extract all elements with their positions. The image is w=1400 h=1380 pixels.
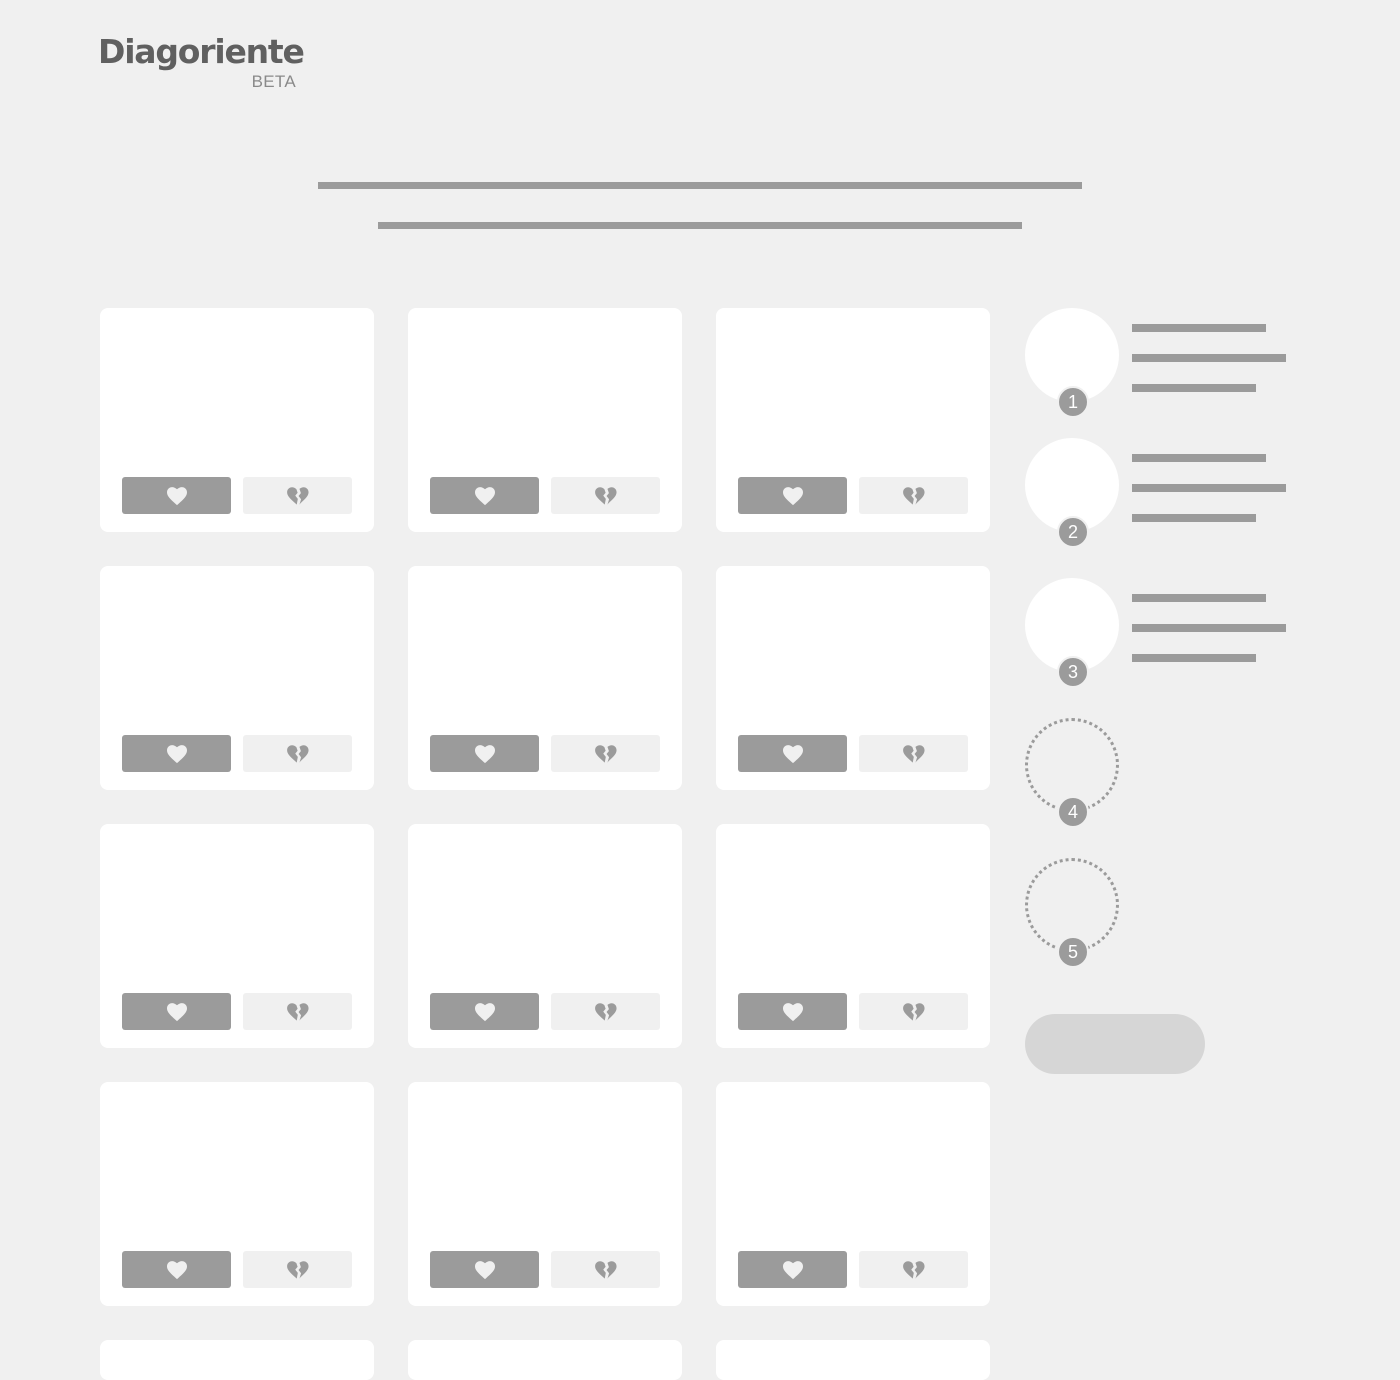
option-card[interactable] [408, 308, 682, 532]
option-card[interactable] [408, 1340, 682, 1380]
option-card[interactable] [716, 1340, 990, 1380]
logo[interactable]: Diagoriente BETA [98, 30, 305, 94]
placeholder-line [1132, 594, 1266, 602]
slot-number-badge: 2 [1057, 516, 1089, 548]
placeholder-line [1132, 654, 1256, 662]
like-button[interactable] [738, 993, 847, 1030]
selection-slot[interactable]: 2 [1025, 438, 1286, 548]
heart-icon [166, 1002, 188, 1022]
dislike-button[interactable] [551, 477, 660, 514]
heart-icon [474, 486, 496, 506]
dislike-button[interactable] [859, 477, 968, 514]
like-button[interactable] [738, 477, 847, 514]
heart-icon [474, 1002, 496, 1022]
dislike-button[interactable] [859, 1251, 968, 1288]
submit-button[interactable] [1025, 1014, 1205, 1074]
option-card[interactable] [100, 1082, 374, 1306]
broken-heart-icon [902, 1260, 926, 1280]
option-card[interactable] [716, 1082, 990, 1306]
dislike-button[interactable] [243, 477, 352, 514]
heart-icon [474, 1260, 496, 1280]
broken-heart-icon [594, 1260, 618, 1280]
heart-icon [166, 486, 188, 506]
option-card[interactable] [408, 566, 682, 790]
placeholder-line [1132, 354, 1286, 362]
broken-heart-icon [286, 1002, 310, 1022]
placeholder-line [1132, 484, 1286, 492]
dislike-button[interactable] [859, 993, 968, 1030]
beta-label: BETA [251, 72, 296, 91]
placeholder-line [1132, 454, 1266, 462]
heart-icon [474, 744, 496, 764]
like-button[interactable] [122, 477, 231, 514]
dislike-button[interactable] [243, 993, 352, 1030]
option-card[interactable] [100, 566, 374, 790]
option-card[interactable] [716, 824, 990, 1048]
heart-icon [166, 744, 188, 764]
option-card[interactable] [100, 824, 374, 1048]
headline-placeholder-line-2 [378, 222, 1022, 229]
placeholder-line [1132, 324, 1266, 332]
heart-icon [166, 1260, 188, 1280]
heart-icon [782, 744, 804, 764]
slot-number-badge: 1 [1057, 386, 1089, 418]
dislike-button[interactable] [243, 735, 352, 772]
option-card[interactable] [100, 1340, 374, 1380]
option-card[interactable] [716, 566, 990, 790]
broken-heart-icon [594, 486, 618, 506]
like-button[interactable] [738, 1251, 847, 1288]
selection-slot[interactable]: 1 [1025, 308, 1286, 418]
broken-heart-icon [902, 1002, 926, 1022]
dislike-button[interactable] [859, 735, 968, 772]
like-button[interactable] [430, 1251, 539, 1288]
option-card[interactable] [408, 1082, 682, 1306]
like-button[interactable] [430, 735, 539, 772]
broken-heart-icon [286, 744, 310, 764]
like-button[interactable] [738, 735, 847, 772]
heart-icon [782, 486, 804, 506]
heart-icon [782, 1260, 804, 1280]
headline-placeholder-line-1 [318, 182, 1082, 189]
card-grid [100, 308, 990, 1380]
dislike-button[interactable] [551, 993, 660, 1030]
placeholder-line [1132, 624, 1286, 632]
dislike-button[interactable] [243, 1251, 352, 1288]
heart-icon [782, 1002, 804, 1022]
option-card[interactable] [408, 824, 682, 1048]
broken-heart-icon [286, 1260, 310, 1280]
broken-heart-icon [902, 486, 926, 506]
dislike-button[interactable] [551, 1251, 660, 1288]
option-card[interactable] [100, 308, 374, 532]
slot-number-badge: 4 [1057, 796, 1089, 828]
like-button[interactable] [122, 735, 231, 772]
slot-number-badge: 5 [1057, 936, 1089, 968]
like-button[interactable] [430, 993, 539, 1030]
selection-slot[interactable]: 3 [1025, 578, 1286, 688]
broken-heart-icon [594, 1002, 618, 1022]
like-button[interactable] [430, 477, 539, 514]
broken-heart-icon [286, 486, 310, 506]
dislike-button[interactable] [551, 735, 660, 772]
placeholder-line [1132, 514, 1256, 522]
broken-heart-icon [594, 744, 618, 764]
selection-slot[interactable]: 4 [1025, 718, 1119, 828]
selection-slot[interactable]: 5 [1025, 858, 1119, 968]
placeholder-line [1132, 384, 1256, 392]
broken-heart-icon [902, 744, 926, 764]
logo-wordmark: Diagoriente [98, 32, 305, 71]
like-button[interactable] [122, 1251, 231, 1288]
option-card[interactable] [716, 308, 990, 532]
slot-number-badge: 3 [1057, 656, 1089, 688]
like-button[interactable] [122, 993, 231, 1030]
